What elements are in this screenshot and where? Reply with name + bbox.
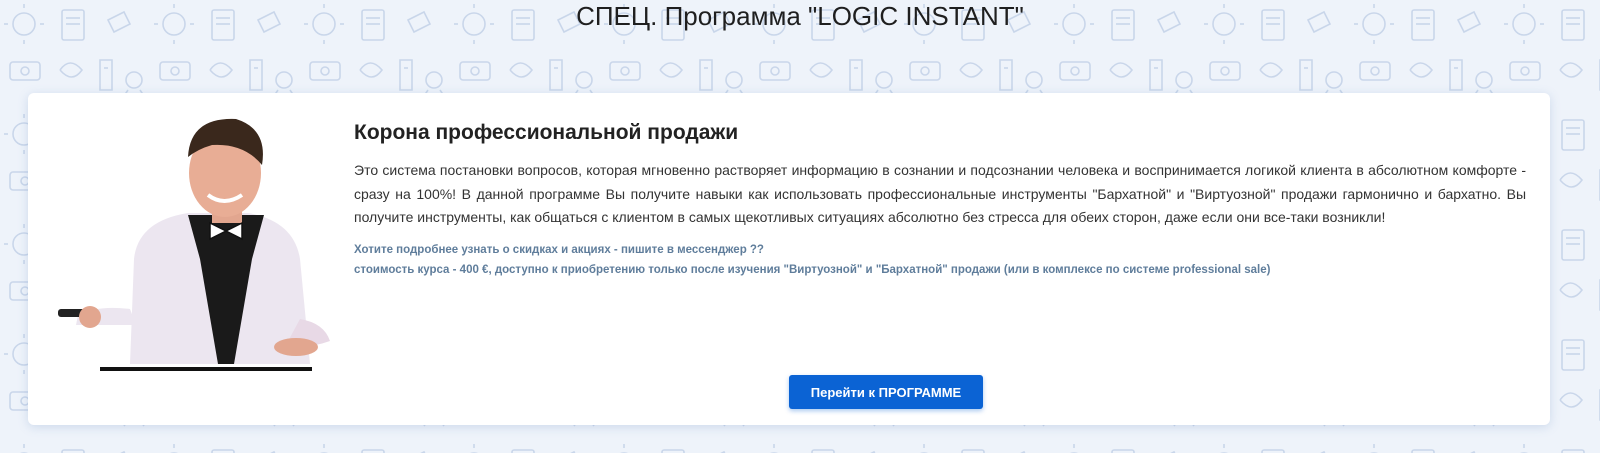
section-title: СПЕЦ. Программа "LOGIC INSTANT"	[576, 1, 1024, 31]
card-description: Это система постановки вопросов, которая…	[354, 162, 1526, 225]
program-card: Корона профессиональной продажи Это сист…	[28, 93, 1550, 425]
go-to-program-button[interactable]: Перейти к ПРОГРАММЕ	[789, 375, 983, 409]
presenter-photo-icon	[58, 118, 330, 371]
promo-block: Хотите подробнее узнать о скидках и акци…	[354, 241, 1534, 280]
promo-discount-text: Хотите подробнее узнать о скидках и акци…	[354, 244, 764, 256]
card-title: Корона профессиональной продажи	[354, 121, 739, 144]
promo-price-text: стоимость курса - 400 €, доступно к прио…	[354, 263, 1271, 276]
